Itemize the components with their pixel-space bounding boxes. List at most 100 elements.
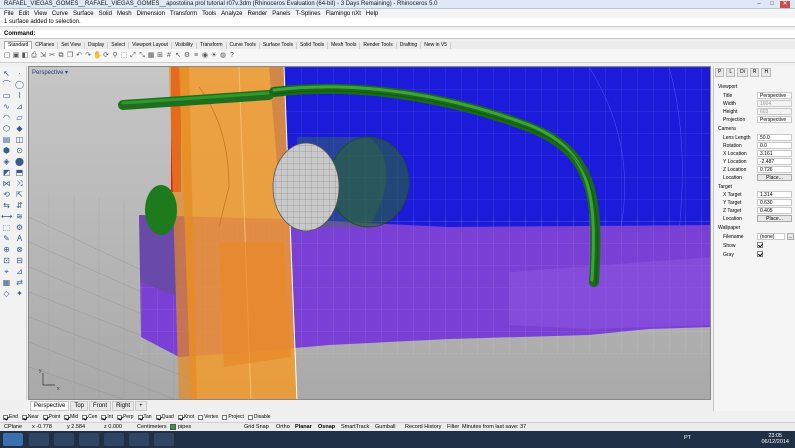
maximize-button[interactable]: □ (767, 1, 777, 8)
menu-surface[interactable]: Surface (73, 11, 94, 17)
menu-flamingo-nxt[interactable]: Flamingo nXt (326, 11, 361, 17)
viewport-tab-front[interactable]: Front (89, 400, 112, 411)
panel-field-lens-length[interactable]: 50.0 (757, 134, 792, 141)
left-tool-31-icon[interactable]: A (14, 234, 25, 244)
toolbar-tab-set-view[interactable]: Set View (58, 41, 85, 49)
left-tool-38-icon[interactable]: ▦ (1, 278, 12, 288)
taskbar-app-media[interactable] (54, 433, 74, 446)
left-tool-7-icon[interactable]: ⊿ (14, 102, 25, 112)
command-line[interactable]: Command: (0, 30, 795, 39)
panel-field-projection[interactable]: Perspective (757, 116, 792, 123)
toolbar-tab-solid-tools[interactable]: Solid Tools (297, 41, 329, 49)
taskbar-app-chrome[interactable] (79, 433, 99, 446)
osnap-toggle[interactable]: Osnap (318, 424, 335, 430)
start-button[interactable] (3, 433, 23, 446)
panel-field-z-target[interactable]: 0.405 (757, 207, 792, 214)
left-tool-13-icon[interactable]: ◫ (14, 135, 25, 145)
panel-field-z-location[interactable]: 0.726 (757, 166, 792, 173)
left-tool-28-icon[interactable]: ⬚ (1, 223, 12, 233)
left-tool-41-icon[interactable]: ✦ (14, 289, 25, 299)
left-tool-17-icon[interactable]: ⬤ (14, 157, 25, 167)
left-tool-19-icon[interactable]: ⬒ (14, 168, 25, 178)
status-cplane[interactable]: CPlane (4, 424, 22, 430)
left-tool-10-icon[interactable]: ⬡ (1, 124, 12, 134)
toolbar-tab-surface-tools[interactable]: Surface Tools (260, 41, 298, 49)
menu-file[interactable]: File (4, 11, 14, 17)
viewport-menu-arrow-icon[interactable]: ▾ (65, 70, 68, 76)
zoom-selected-icon[interactable]: ⤡ (138, 51, 146, 60)
taskbar-app-explorer[interactable] (29, 433, 49, 446)
gumball-toggle[interactable]: Gumball (375, 424, 395, 430)
toolbar-tab-select[interactable]: Select (108, 41, 130, 49)
osnap-project-checkbox[interactable] (222, 414, 228, 420)
taskbar-app-chrome-2[interactable] (154, 433, 174, 446)
left-tool-12-icon[interactable]: ▤ (1, 135, 12, 145)
render-icon[interactable]: ◉ (201, 51, 209, 60)
toolbar-tab-display[interactable]: Display (85, 41, 109, 49)
left-tool-24-icon[interactable]: ⇆ (1, 201, 12, 211)
viewport-tab-perspective[interactable]: Perspective (30, 400, 70, 411)
wallpaper-filename-field[interactable]: (none) (757, 233, 785, 240)
minimize-button[interactable]: – (754, 1, 764, 8)
left-tool-14-icon[interactable]: ⬢ (1, 146, 12, 156)
viewport-tab-right[interactable]: Right (112, 400, 135, 411)
osnap-end-checkbox[interactable] (3, 414, 8, 420)
menu-t-splines[interactable]: T-Splines (296, 11, 321, 17)
left-tool-27-icon[interactable]: ≋ (14, 212, 25, 222)
osnap-near[interactable]: Near (21, 414, 39, 420)
toolbar-tab-cplanes[interactable]: CPlanes (32, 41, 59, 49)
record-history-toggle[interactable]: Record History (405, 424, 441, 430)
toolbar-tab-render-tools[interactable]: Render Tools (360, 41, 397, 49)
layer-icon[interactable]: ≡ (192, 51, 200, 60)
menu-panels[interactable]: Panels (272, 11, 290, 17)
left-tool-32-icon[interactable]: ⊕ (1, 245, 12, 255)
osnap-cen[interactable]: Cen (82, 414, 97, 420)
menu-render[interactable]: Render (248, 11, 268, 17)
left-tool-1-icon[interactable]: · (14, 69, 25, 79)
left-tool-40-icon[interactable]: ◇ (1, 289, 12, 299)
left-tool-29-icon[interactable]: ⚙ (14, 223, 25, 233)
osnap-perp-checkbox[interactable] (116, 414, 122, 420)
taskbar-app-rhino-2[interactable] (129, 433, 149, 446)
left-tool-6-icon[interactable]: ∿ (1, 102, 12, 112)
select-icon[interactable]: ↖ (174, 51, 182, 60)
zoom-window-icon[interactable]: ⬚ (120, 51, 128, 60)
toolbar-tab-transform[interactable]: Transform (197, 41, 227, 49)
left-tool-23-icon[interactable]: ⇱ (14, 190, 25, 200)
left-tool-11-icon[interactable]: ◆ (14, 124, 25, 134)
viewport-tab-add[interactable]: + (135, 400, 147, 411)
menu-solid[interactable]: Solid (99, 11, 112, 17)
import-icon[interactable]: ⇲ (39, 51, 47, 60)
taskbar-app-rhino[interactable] (104, 433, 124, 446)
save-icon[interactable]: ◧ (21, 51, 29, 60)
menu-tools[interactable]: Tools (202, 11, 216, 17)
left-tool-39-icon[interactable]: ⇄ (14, 278, 25, 288)
copy-icon[interactable]: ⧉ (57, 51, 65, 60)
materials-icon[interactable]: ◍ (219, 51, 227, 60)
osnap-end[interactable]: End (3, 414, 18, 420)
osnap-disable-checkbox[interactable] (247, 414, 253, 420)
redo-icon[interactable]: ↷ (84, 51, 92, 60)
left-tool-30-icon[interactable]: ✎ (1, 234, 12, 244)
panel-tab-r[interactable]: R (749, 68, 760, 77)
osnap-knot[interactable]: Knot (177, 414, 194, 420)
panel-field-x-location[interactable]: 3.161 (757, 150, 792, 157)
four-views-icon[interactable]: ▦ (147, 51, 155, 60)
left-tool-3-icon[interactable]: ◯ (14, 80, 25, 90)
print-icon[interactable]: ⎙ (30, 51, 38, 60)
panel-tab-p[interactable]: P (715, 68, 725, 77)
help-icon[interactable]: ? (228, 51, 236, 60)
left-tool-5-icon[interactable]: ⌇ (14, 91, 25, 101)
left-tool-25-icon[interactable]: ⇵ (14, 201, 25, 211)
paste-icon[interactable]: ❐ (66, 51, 74, 60)
osnap-point-checkbox[interactable] (42, 414, 48, 420)
panel-tab-l[interactable]: L (726, 68, 736, 77)
osnap-perp[interactable]: Perp (116, 414, 134, 420)
zoom-icon[interactable]: ⚲ (111, 51, 119, 60)
osnap-mid-checkbox[interactable] (64, 414, 70, 420)
menu-view[interactable]: View (34, 11, 47, 17)
object-properties-icon[interactable]: ⚙ (183, 51, 191, 60)
osnap-quad[interactable]: Quad (155, 414, 174, 420)
smarttrack-toggle[interactable]: SmartTrack (341, 424, 369, 430)
left-tool-36-icon[interactable]: ⌖ (1, 267, 12, 277)
